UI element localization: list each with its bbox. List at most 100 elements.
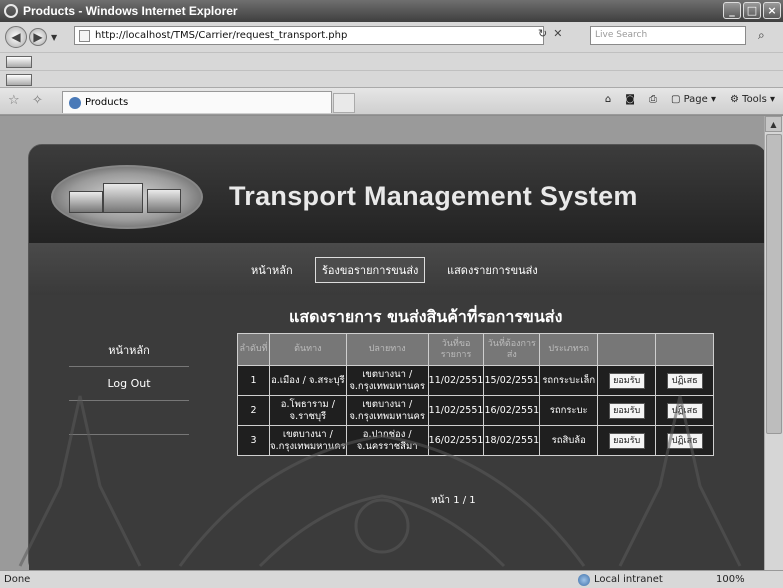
home-icon[interactable]: ⌂ — [605, 94, 611, 105]
nav-request-transport[interactable]: ร้องขอรายการขนส่ง — [315, 257, 426, 283]
truck-icon — [69, 191, 103, 213]
zone-label: Local intranet — [594, 574, 663, 585]
table-header-row: ลำดับที่ ต้นทาง ปลายทาง วันที่ขอรายการ ว… — [237, 333, 715, 366]
window-title-bar: Products - Windows Internet Explorer _ □… — [0, 0, 783, 22]
tab-bar: ☆ ✧ Products ⌂ ◙ ⎙ ▢ Page ▾ ⚙ Tools ▾ — [0, 87, 783, 115]
favorites-star-icon[interactable]: ☆ — [8, 93, 20, 108]
new-tab-button[interactable] — [333, 93, 355, 113]
cell-accept: ยอมรับ — [597, 395, 657, 426]
tab-label: Products — [85, 97, 129, 108]
cell-vehicle-type: รถสิบล้อ — [539, 425, 599, 456]
command-bar: ⌂ ◙ ⎙ ▢ Page ▾ ⚙ Tools ▾ — [605, 94, 775, 105]
transport-table: ลำดับที่ ต้นทาง ปลายทาง วันที่ขอรายการ ว… — [237, 333, 715, 456]
col-need-date: วันที่ต้องการส่ง — [483, 333, 541, 366]
history-dropdown-icon[interactable]: ▼ — [51, 33, 57, 42]
scroll-thumb[interactable] — [766, 134, 782, 434]
reject-button[interactable]: ปฏิเสธ — [666, 432, 703, 449]
cell-request-date: 16/02/2551 — [427, 425, 485, 456]
cell-reject: ปฏิเสธ — [655, 365, 715, 396]
cell-accept: ยอมรับ — [597, 425, 657, 456]
vertical-scrollbar[interactable]: ▲ — [764, 116, 783, 570]
left-nav-home[interactable]: หน้าหลัก — [69, 333, 189, 367]
close-button[interactable]: × — [763, 2, 781, 19]
forward-button[interactable]: ▶ — [29, 28, 47, 46]
left-nav: หน้าหลัก Log Out — [69, 333, 189, 435]
status-bar: Done Local intranet 100% — [0, 570, 783, 588]
add-favorites-icon[interactable]: ✧ — [32, 93, 43, 108]
toolbar-icon-2[interactable] — [6, 74, 32, 86]
cell-accept: ยอมรับ — [597, 365, 657, 396]
status-text: Done — [4, 574, 31, 585]
links-toolbar — [0, 52, 783, 70]
back-button[interactable]: ◀ — [5, 26, 27, 48]
col-origin: ต้นทาง — [269, 333, 347, 366]
zoom-control[interactable]: 100% — [716, 574, 745, 585]
security-zone: Local intranet — [578, 573, 663, 586]
minimize-button[interactable]: _ — [723, 2, 741, 19]
refresh-icon[interactable]: ↻ — [538, 27, 547, 40]
maximize-button[interactable]: □ — [743, 2, 761, 19]
page-viewport: Transport Management System หน้าหลัก ร้อ… — [0, 116, 764, 570]
cell-request-date: 11/02/2551 — [427, 365, 485, 396]
site-container: Transport Management System หน้าหลัก ร้อ… — [28, 144, 764, 570]
nav-show-transport[interactable]: แสดงรายการขนส่ง — [447, 261, 538, 279]
nav-home[interactable]: หน้าหลัก — [251, 261, 293, 279]
feeds-icon[interactable]: ◙ — [625, 94, 635, 105]
reject-button[interactable]: ปฏิเสธ — [666, 402, 703, 419]
table-row: 2 อ.โพธาราม / จ.ราชบุรี เขตบางนา / จ.กรุ… — [237, 395, 715, 426]
cell-destination: เขตบางนา / จ.กรุงเทพมหานคร — [345, 365, 429, 396]
address-bar-row: ◀ ▶ ▼ http://localhost/TMS/Carrier/reque… — [0, 22, 783, 52]
top-nav: หน้าหลัก ร้องขอรายการขนส่ง แสดงรายการขนส… — [29, 243, 764, 295]
pagination: หน้า 1 / 1 — [431, 495, 476, 506]
cell-destination: อ.ปากช่อง / จ.นครราชสีมา — [345, 425, 429, 456]
reject-button[interactable]: ปฏิเสธ — [666, 372, 703, 389]
search-input[interactable]: Live Search — [590, 26, 746, 45]
cell-origin: อ.เมือง / จ.สระบุรี — [269, 365, 347, 396]
page-menu[interactable]: ▢ Page ▾ — [671, 94, 716, 105]
accept-button[interactable]: ยอมรับ — [608, 402, 645, 419]
left-nav-logout[interactable]: Log Out — [69, 367, 189, 401]
internet-explorer-icon — [4, 4, 18, 18]
address-input[interactable]: http://localhost/TMS/Carrier/request_tra… — [74, 26, 544, 45]
left-nav-empty — [69, 401, 189, 435]
cell-no: 3 — [237, 425, 270, 456]
page-heading: แสดงรายการ ขนส่งสินค้าที่รอการขนส่ง — [289, 307, 563, 326]
truck-icon — [103, 183, 143, 213]
cell-request-date: 11/02/2551 — [427, 395, 485, 426]
tab-page-icon — [69, 96, 81, 109]
cell-need-date: 18/02/2551 — [483, 425, 541, 456]
table-row: 1 อ.เมือง / จ.สระบุรี เขตบางนา / จ.กรุงเ… — [237, 365, 715, 396]
truck-icon — [147, 189, 181, 213]
site-header: Transport Management System — [29, 145, 764, 243]
col-destination: ปลายทาง — [345, 333, 429, 366]
tab-products[interactable]: Products — [62, 91, 332, 113]
accept-button[interactable]: ยอมรับ — [608, 372, 645, 389]
toolbar-icon[interactable] — [6, 56, 32, 68]
window-controls: _ □ × — [723, 2, 781, 19]
scroll-up-icon[interactable]: ▲ — [765, 116, 782, 132]
cell-no: 1 — [237, 365, 270, 396]
stop-icon[interactable]: ✕ — [553, 27, 562, 40]
cell-reject: ปฏิเสธ — [655, 395, 715, 426]
cell-need-date: 16/02/2551 — [483, 395, 541, 426]
cell-need-date: 15/02/2551 — [483, 365, 541, 396]
search-icon[interactable]: ⌕ — [758, 28, 765, 43]
cell-reject: ปฏิเสธ — [655, 425, 715, 456]
col-reject — [655, 333, 715, 366]
tools-menu[interactable]: ⚙ Tools ▾ — [730, 94, 775, 105]
accept-button[interactable]: ยอมรับ — [608, 432, 645, 449]
window-title: Products - Windows Internet Explorer — [23, 4, 238, 18]
url-text: http://localhost/TMS/Carrier/request_tra… — [95, 30, 348, 41]
cell-no: 2 — [237, 395, 270, 426]
table-row: 3 เขตบางนา / จ.กรุงเทพมหานคร อ.ปากช่อง /… — [237, 425, 715, 456]
cell-origin: เขตบางนา / จ.กรุงเทพมหานคร — [269, 425, 347, 456]
cell-destination: เขตบางนา / จ.กรุงเทพมหานคร — [345, 395, 429, 426]
cell-vehicle-type: รถกระบะ — [539, 395, 599, 426]
address-tools: ↻ ✕ — [538, 27, 562, 40]
extra-toolbar — [0, 70, 783, 87]
print-icon[interactable]: ⎙ — [649, 94, 657, 105]
site-logo — [51, 165, 203, 229]
cell-origin: อ.โพธาราม / จ.ราชบุรี — [269, 395, 347, 426]
col-accept — [597, 333, 657, 366]
col-request-date: วันที่ขอรายการ — [427, 333, 485, 366]
